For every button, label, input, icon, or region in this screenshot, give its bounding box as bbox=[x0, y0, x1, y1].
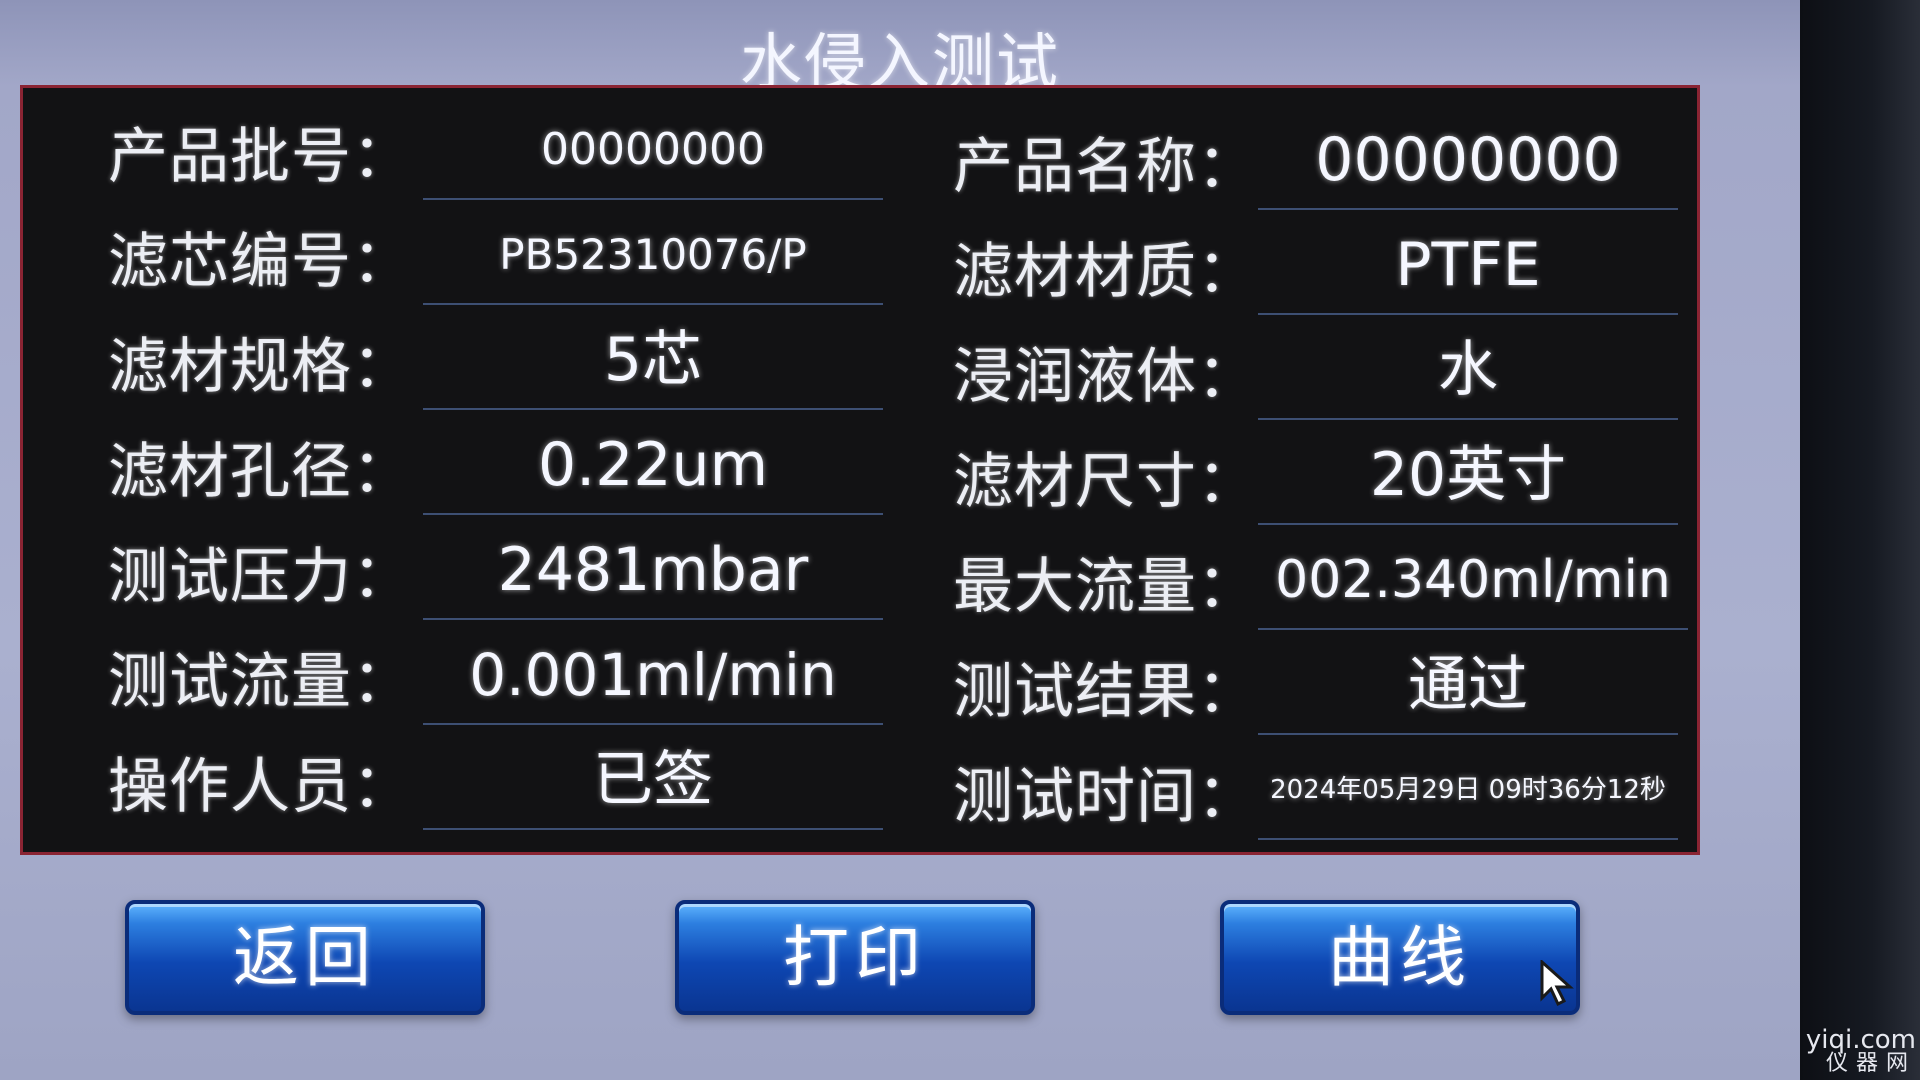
label-product-name: 产品名称： bbox=[953, 132, 1258, 202]
label-wetting-liquid: 浸润液体： bbox=[953, 342, 1258, 412]
test-info-panel: 产品批号： 00000000 滤芯编号： PB52310076/P 滤材规格： … bbox=[20, 85, 1700, 855]
value-test-time: 2024年05月29日 09时36分12秒 bbox=[1258, 750, 1678, 840]
device-bezel bbox=[1800, 0, 1920, 1080]
label-filter-material: 滤材材质： bbox=[953, 237, 1258, 307]
watermark-bottom: 仪器网 bbox=[1825, 1051, 1916, 1076]
curve-button[interactable]: 曲线 bbox=[1220, 900, 1580, 1015]
value-test-flow: 0.001ml/min bbox=[423, 635, 883, 725]
value-test-result: 通过 bbox=[1258, 645, 1678, 735]
site-watermark: yiqi.com 仪器网 bbox=[1805, 1025, 1916, 1076]
watermark-top: yiqi.com bbox=[1805, 1025, 1916, 1055]
label-test-flow: 测试流量： bbox=[108, 647, 413, 717]
label-filter-code: 滤芯编号： bbox=[108, 227, 413, 297]
print-button[interactable]: 打印 bbox=[675, 900, 1035, 1015]
value-filter-size: 20英寸 bbox=[1258, 435, 1678, 525]
label-operator: 操作人员： bbox=[108, 752, 413, 822]
value-product-name: 00000000 bbox=[1258, 120, 1678, 210]
label-test-pressure: 测试压力： bbox=[108, 542, 413, 612]
label-filter-size: 滤材尺寸： bbox=[953, 447, 1258, 517]
value-filter-spec: 5芯 bbox=[423, 320, 883, 410]
value-pore-size: 0.22um bbox=[423, 425, 883, 515]
value-batch-number: 00000000 bbox=[423, 110, 883, 200]
label-filter-spec: 滤材规格： bbox=[108, 332, 413, 402]
value-filter-material: PTFE bbox=[1258, 225, 1678, 315]
label-batch-number: 产品批号： bbox=[108, 122, 413, 192]
label-test-time: 测试时间： bbox=[953, 762, 1258, 832]
hmi-screen: 水侵入测试 产品批号： 00000000 滤芯编号： PB52310076/P … bbox=[0, 0, 1800, 1080]
label-pore-size: 滤材孔径： bbox=[108, 437, 413, 507]
value-test-pressure: 2481mbar bbox=[423, 530, 883, 620]
label-test-result: 测试结果： bbox=[953, 657, 1258, 727]
value-operator: 已签 bbox=[423, 740, 883, 830]
value-filter-code: PB52310076/P bbox=[423, 215, 883, 305]
value-wetting-liquid: 水 bbox=[1258, 330, 1678, 420]
value-max-flow: 002.340ml/min bbox=[1258, 540, 1688, 630]
label-max-flow: 最大流量： bbox=[953, 552, 1258, 622]
back-button[interactable]: 返回 bbox=[125, 900, 485, 1015]
